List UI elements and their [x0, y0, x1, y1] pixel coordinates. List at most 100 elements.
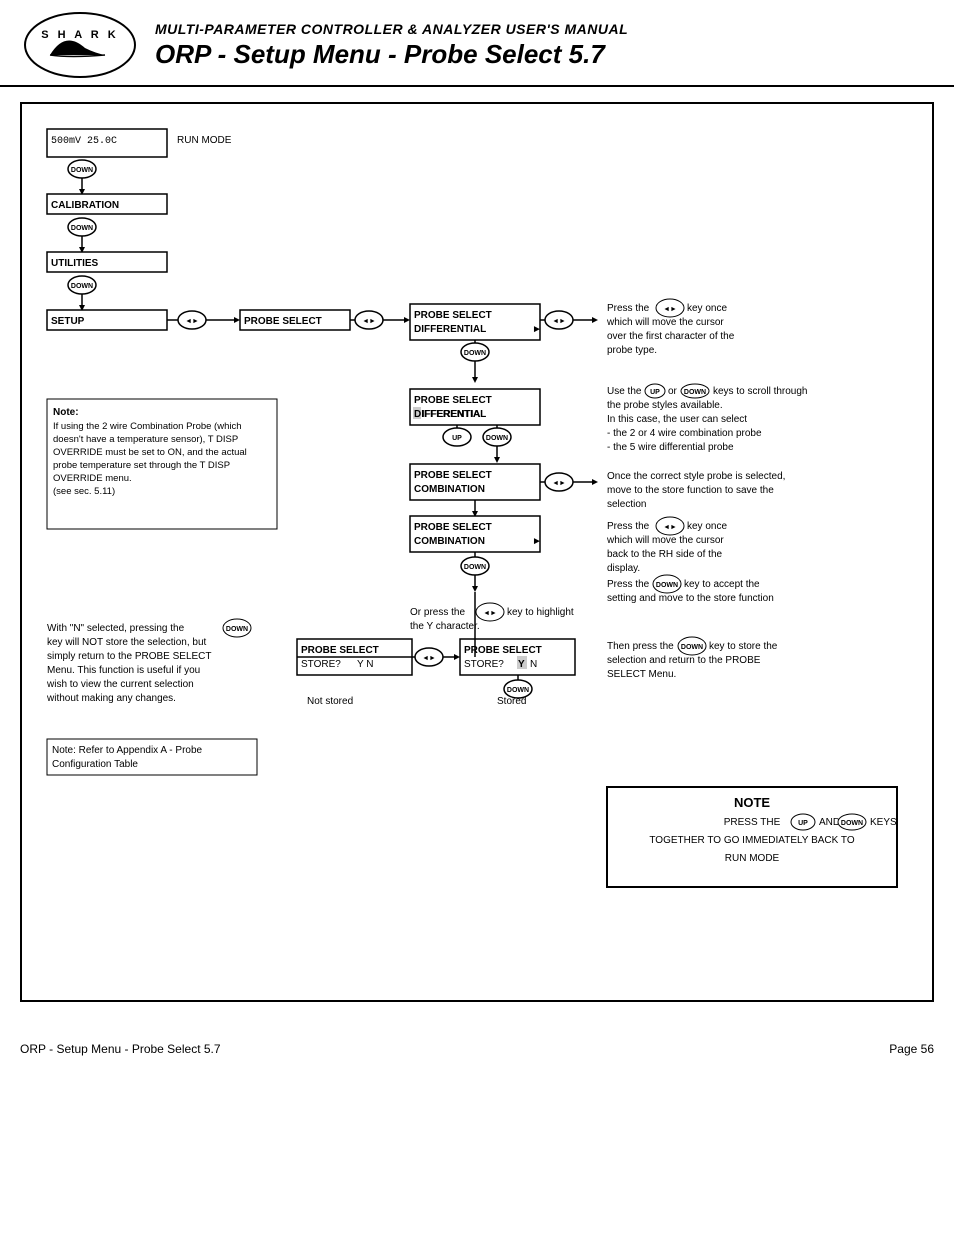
svg-text:D: D: [414, 409, 421, 420]
flow-diagram: 500mV 25.0C RUN MODE DOWN CALIBRATION DO…: [37, 119, 927, 939]
svg-text:back to the RH side of the: back to the RH side of the: [607, 549, 723, 560]
svg-text:S H A R K: S H A R K: [41, 29, 119, 41]
svg-text:doesn't have a temperature sen: doesn't have a temperature sensor), T DI…: [53, 434, 238, 445]
svg-text:DOWN: DOWN: [684, 389, 706, 396]
svg-text:With "N" selected, pressing th: With "N" selected, pressing the: [47, 623, 185, 634]
svg-text:key once: key once: [687, 521, 727, 532]
header-title-top: MULTI-PARAMETER CONTROLLER & ANALYZER US…: [155, 21, 934, 37]
svg-text:◄►: ◄►: [483, 610, 497, 617]
svg-text:setting and move to the store: setting and move to the store function: [607, 593, 774, 604]
svg-text:wish to view the current selec: wish to view the current selection: [46, 679, 194, 690]
svg-text:◄►: ◄►: [552, 480, 566, 487]
svg-text:key to accept the: key to accept the: [684, 579, 760, 590]
svg-text:NOTE: NOTE: [734, 795, 770, 810]
svg-text:DOWN: DOWN: [486, 435, 508, 442]
svg-text:Press the: Press the: [607, 579, 650, 590]
svg-text:TOGETHER TO GO IMMEDIATELY BAC: TOGETHER TO GO IMMEDIATELY BACK TO: [649, 835, 854, 846]
svg-text:RUN MODE: RUN MODE: [177, 135, 232, 146]
svg-text:keys to scroll through: keys to scroll through: [713, 386, 808, 397]
svg-text:UP: UP: [650, 389, 660, 396]
svg-text:COMBINATION: COMBINATION: [414, 536, 485, 547]
svg-text:DOWN: DOWN: [71, 225, 93, 232]
svg-text:◄►: ◄►: [552, 318, 566, 325]
svg-text:key once: key once: [687, 303, 727, 314]
svg-text:DOWN: DOWN: [681, 644, 703, 651]
svg-text:key will NOT store the selecti: key will NOT store the selection, but: [47, 637, 207, 648]
svg-text:DIFFERENTIAL: DIFFERENTIAL: [414, 324, 486, 335]
svg-text:Stored: Stored: [497, 696, 526, 707]
main-content: 500mV 25.0C RUN MODE DOWN CALIBRATION DO…: [0, 87, 954, 1017]
svg-text:the probe styles available.: the probe styles available.: [607, 400, 723, 411]
svg-text:over the first character of th: over the first character of the: [607, 331, 735, 342]
svg-text:N: N: [530, 659, 537, 670]
svg-text:Then press the: Then press the: [607, 641, 674, 652]
svg-text:probe type.: probe type.: [607, 345, 657, 356]
svg-text:or: or: [668, 386, 678, 397]
svg-text:►: ►: [532, 536, 542, 547]
svg-text:◄►: ◄►: [362, 318, 376, 325]
svg-text:the Y character.: the Y character.: [410, 621, 480, 632]
svg-text:KEYS: KEYS: [870, 817, 897, 828]
svg-text:DOWN: DOWN: [841, 820, 863, 827]
svg-text:key to store the: key to store the: [709, 641, 778, 652]
svg-text:Press the: Press the: [607, 521, 650, 532]
svg-text:which will move the cursor: which will move the cursor: [606, 317, 724, 328]
svg-text:◄►: ◄►: [422, 655, 436, 662]
header-title-bottom: ORP - Setup Menu - Probe Select 5.7: [155, 39, 934, 70]
svg-text:key to highlight: key to highlight: [507, 607, 574, 618]
svg-text:SELECT Menu.: SELECT Menu.: [607, 669, 676, 680]
svg-text:PROBE SELECT: PROBE SELECT: [414, 470, 492, 481]
svg-text:PRESS THE: PRESS THE: [724, 817, 781, 828]
logo-area: S H A R K: [20, 10, 140, 80]
svg-text:Not stored: Not stored: [307, 696, 353, 707]
svg-text:IFFERENTIAL: IFFERENTIAL: [422, 409, 486, 420]
svg-text:UP: UP: [798, 820, 808, 827]
svg-text:which will move the cursor: which will move the cursor: [606, 535, 724, 546]
header-text: MULTI-PARAMETER CONTROLLER & ANALYZER US…: [140, 21, 934, 70]
svg-text:If using the 2 wire Combinatio: If using the 2 wire Combination Probe (w…: [53, 421, 242, 432]
page-header: S H A R K MULTI-PARAMETER CONTROLLER & A…: [0, 0, 954, 87]
svg-text:Configuration Table: Configuration Table: [52, 759, 138, 770]
svg-text:selection and return to the PR: selection and return to the PROBE: [607, 655, 761, 666]
svg-text:PROBE SELECT: PROBE SELECT: [301, 645, 379, 656]
svg-text:(see sec. 5.11): (see sec. 5.11): [53, 486, 115, 497]
svg-text:selection: selection: [607, 499, 646, 510]
page-footer: ORP - Setup Menu - Probe Select 5.7 Page…: [0, 1032, 954, 1066]
svg-text:RUN MODE: RUN MODE: [725, 853, 780, 864]
svg-text:Note: Refer to Appendix A - Pr: Note: Refer to Appendix A - Probe: [52, 745, 203, 756]
svg-text:without making any changes.: without making any changes.: [46, 693, 176, 704]
svg-text:◄►: ◄►: [663, 524, 677, 531]
svg-text:DOWN: DOWN: [507, 687, 529, 694]
svg-text:►: ►: [532, 324, 542, 335]
svg-text:500mV 25.0C: 500mV 25.0C: [51, 136, 117, 147]
svg-text:OVERRIDE must be set to ON, an: OVERRIDE must be set to ON, and the actu…: [53, 447, 247, 458]
svg-text:Press the: Press the: [607, 303, 650, 314]
svg-text:CALIBRATION: CALIBRATION: [51, 200, 119, 211]
svg-text:AND: AND: [819, 817, 840, 828]
svg-text:Once the correct style probe i: Once the correct style probe is selected…: [607, 471, 785, 482]
svg-text:- the 5 wire differential prob: - the 5 wire differential probe: [607, 442, 734, 453]
svg-text:Y N: Y N: [357, 659, 374, 670]
svg-text:SETUP: SETUP: [51, 316, 85, 327]
svg-text:Note:: Note:: [53, 407, 79, 418]
footer-right: Page 56: [889, 1042, 934, 1056]
diagram-box: 500mV 25.0C RUN MODE DOWN CALIBRATION DO…: [20, 102, 934, 1002]
svg-text:Menu. This function is useful: Menu. This function is useful if you: [47, 665, 200, 676]
svg-text:DOWN: DOWN: [71, 283, 93, 290]
svg-text:PROBE SELECT: PROBE SELECT: [414, 310, 492, 321]
svg-text:DOWN: DOWN: [464, 350, 486, 357]
svg-text:move to the store function to: move to the store function to save the: [607, 485, 774, 496]
svg-text:COMBINATION: COMBINATION: [414, 484, 485, 495]
svg-text:In this case, the user can sel: In this case, the user can select: [607, 414, 747, 425]
svg-text:STORE?: STORE?: [301, 659, 341, 670]
svg-text:PROBE SELECT: PROBE SELECT: [244, 316, 322, 327]
svg-text:Use the: Use the: [607, 386, 642, 397]
svg-text:DOWN: DOWN: [226, 626, 248, 633]
svg-text:DOWN: DOWN: [656, 582, 678, 589]
svg-text:PROBE SELECT: PROBE SELECT: [414, 522, 492, 533]
svg-text:DOWN: DOWN: [71, 167, 93, 174]
svg-text:display.: display.: [607, 563, 640, 574]
svg-text:◄►: ◄►: [663, 306, 677, 313]
svg-text:OVERRIDE menu.: OVERRIDE menu.: [53, 473, 132, 484]
svg-text:Y: Y: [518, 659, 525, 670]
